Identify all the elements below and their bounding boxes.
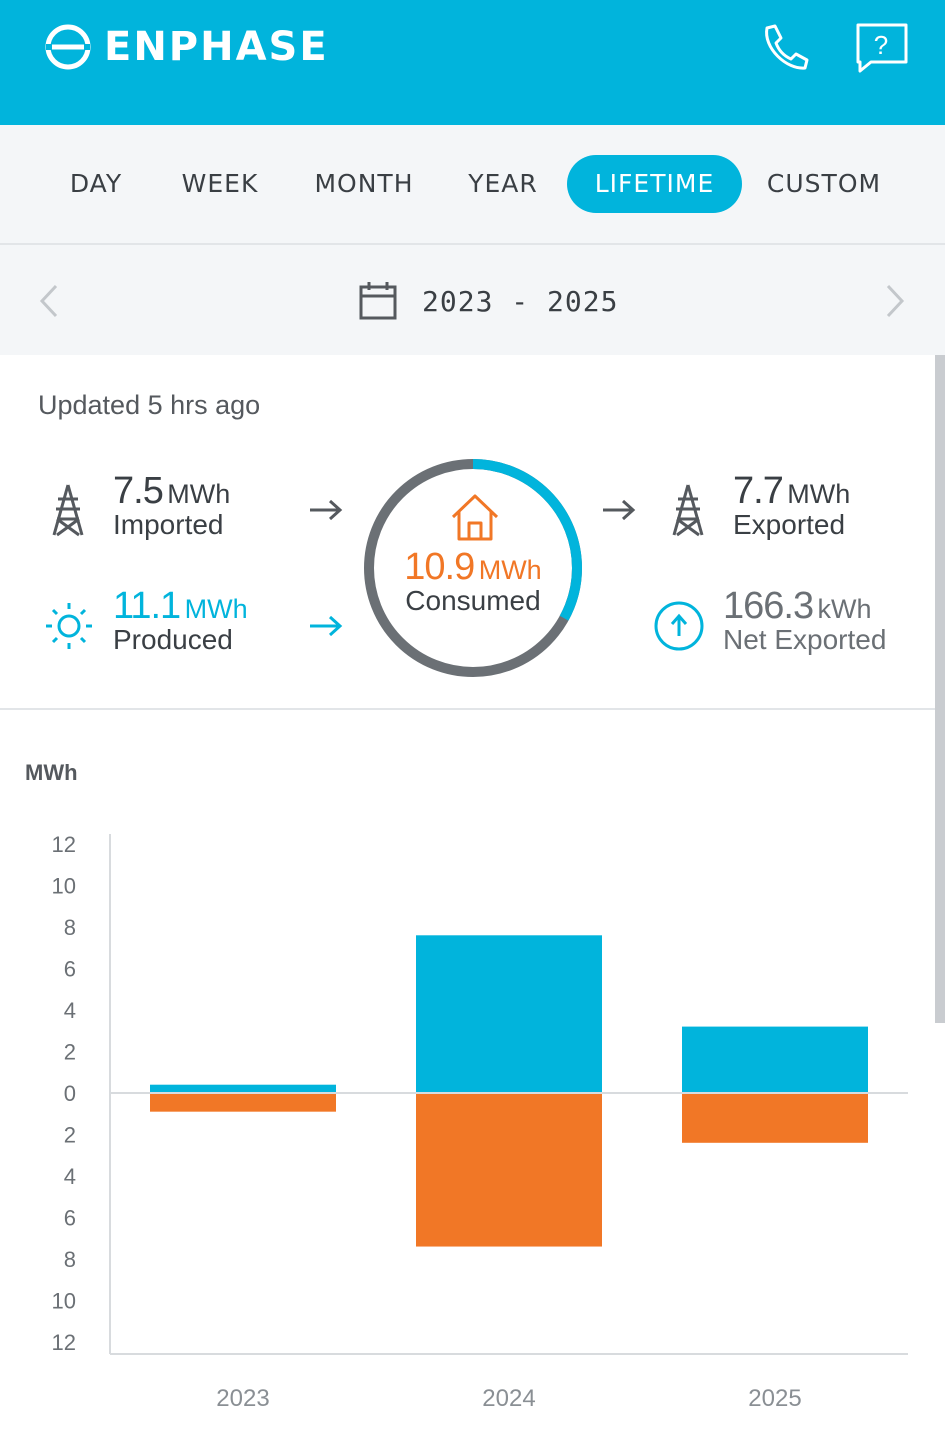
tab-lifetime[interactable]: LIFETIME [567, 155, 742, 213]
exported-label: Exported [733, 509, 846, 540]
grid-tower-icon [52, 484, 84, 537]
net-exported-unit: kWh [817, 594, 872, 624]
arrow-up-circle-icon [654, 601, 704, 651]
consumed-stat: 10.9 MWh Consumed [361, 546, 585, 617]
net-exported-label: Net Exported [723, 624, 887, 655]
arrow-right-icon [603, 499, 636, 521]
produced-stat: 11.1 MWh Produced [113, 585, 248, 656]
chart-y-unit: MWh [25, 760, 78, 785]
app-header: ENPHASE ? [0, 0, 945, 125]
y-tick-label: 8 [64, 1247, 76, 1272]
y-tick-label: 4 [64, 1164, 76, 1189]
net-exported-stat: 166.3 kWh Net Exported [723, 585, 886, 656]
net-exported-value: 166.3 [723, 585, 814, 627]
arrow-right-icon [310, 499, 343, 521]
bar-produced [150, 1084, 336, 1093]
imported-label: Imported [113, 509, 224, 540]
scrollbar[interactable] [935, 355, 945, 1023]
tab-custom[interactable]: CUSTOM [760, 155, 888, 213]
y-tick-label: 12 [52, 832, 76, 857]
calendar-icon[interactable] [358, 281, 398, 321]
chevron-right-icon[interactable] [882, 283, 908, 319]
bar-produced [416, 935, 602, 1093]
y-tick-label: 10 [52, 1289, 76, 1314]
y-tick-label: 6 [64, 957, 76, 982]
exported-unit: MWh [787, 479, 851, 509]
y-tick-label: 6 [64, 1206, 76, 1231]
y-tick-label: 8 [64, 915, 76, 940]
updated-timestamp: Updated 5 hrs ago [38, 390, 261, 420]
grid-tower-icon [672, 484, 704, 537]
section-divider [0, 708, 935, 710]
y-tick-label: 2 [64, 1040, 76, 1065]
phone-icon[interactable] [755, 20, 811, 76]
imported-value: 7.5 [113, 470, 164, 512]
y-tick-label: 4 [64, 998, 76, 1023]
date-range-label[interactable]: 2023 - 2025 [422, 285, 618, 318]
consumed-value: 10.9 [404, 546, 475, 588]
enphase-logo-icon [45, 24, 91, 70]
imported-stat: 7.5 MWh Imported [113, 470, 230, 541]
y-tick-label: 2 [64, 1123, 76, 1148]
period-tabs: DAY WEEK MONTH YEAR LIFETIME CUSTOM [0, 125, 945, 245]
imported-unit: MWh [167, 479, 231, 509]
y-tick-label: 0 [64, 1081, 76, 1106]
produced-unit: MWh [184, 594, 248, 624]
energy-bar-chart: 121086420246810122023 2024 2025 [52, 832, 908, 1412]
exported-value: 7.7 [733, 470, 784, 512]
help-icon[interactable]: ? [855, 22, 909, 74]
x-tick-label: 2024 [482, 1385, 535, 1412]
bar-consumed [416, 1093, 602, 1247]
arrow-right-icon [310, 615, 343, 637]
tab-month[interactable]: MONTH [303, 155, 425, 213]
brand-logo: ENPHASE [44, 22, 329, 72]
tab-year[interactable]: YEAR [455, 155, 551, 213]
tab-week[interactable]: WEEK [168, 155, 272, 213]
help-glyph: ? [874, 30, 888, 60]
brand-name: ENPHASE [104, 24, 329, 70]
tab-day[interactable]: DAY [52, 155, 140, 213]
consumed-label: Consumed [405, 585, 541, 616]
x-tick-label: 2025 [748, 1385, 801, 1412]
bar-consumed [150, 1093, 336, 1112]
y-tick-label: 12 [52, 1330, 76, 1355]
consumed-unit: MWh [478, 555, 542, 585]
produced-value: 11.1 [113, 585, 181, 627]
exported-stat: 7.7 MWh Exported [733, 470, 850, 541]
bar-consumed [682, 1093, 868, 1143]
produced-label: Produced [113, 624, 233, 655]
x-tick-label: 2023 [216, 1385, 269, 1412]
chevron-left-icon[interactable] [36, 283, 62, 319]
bar-produced [682, 1026, 868, 1093]
date-range-bar: 2023 - 2025 [0, 245, 945, 355]
house-icon [451, 494, 499, 541]
y-tick-label: 10 [52, 874, 76, 899]
sun-icon [46, 603, 92, 649]
